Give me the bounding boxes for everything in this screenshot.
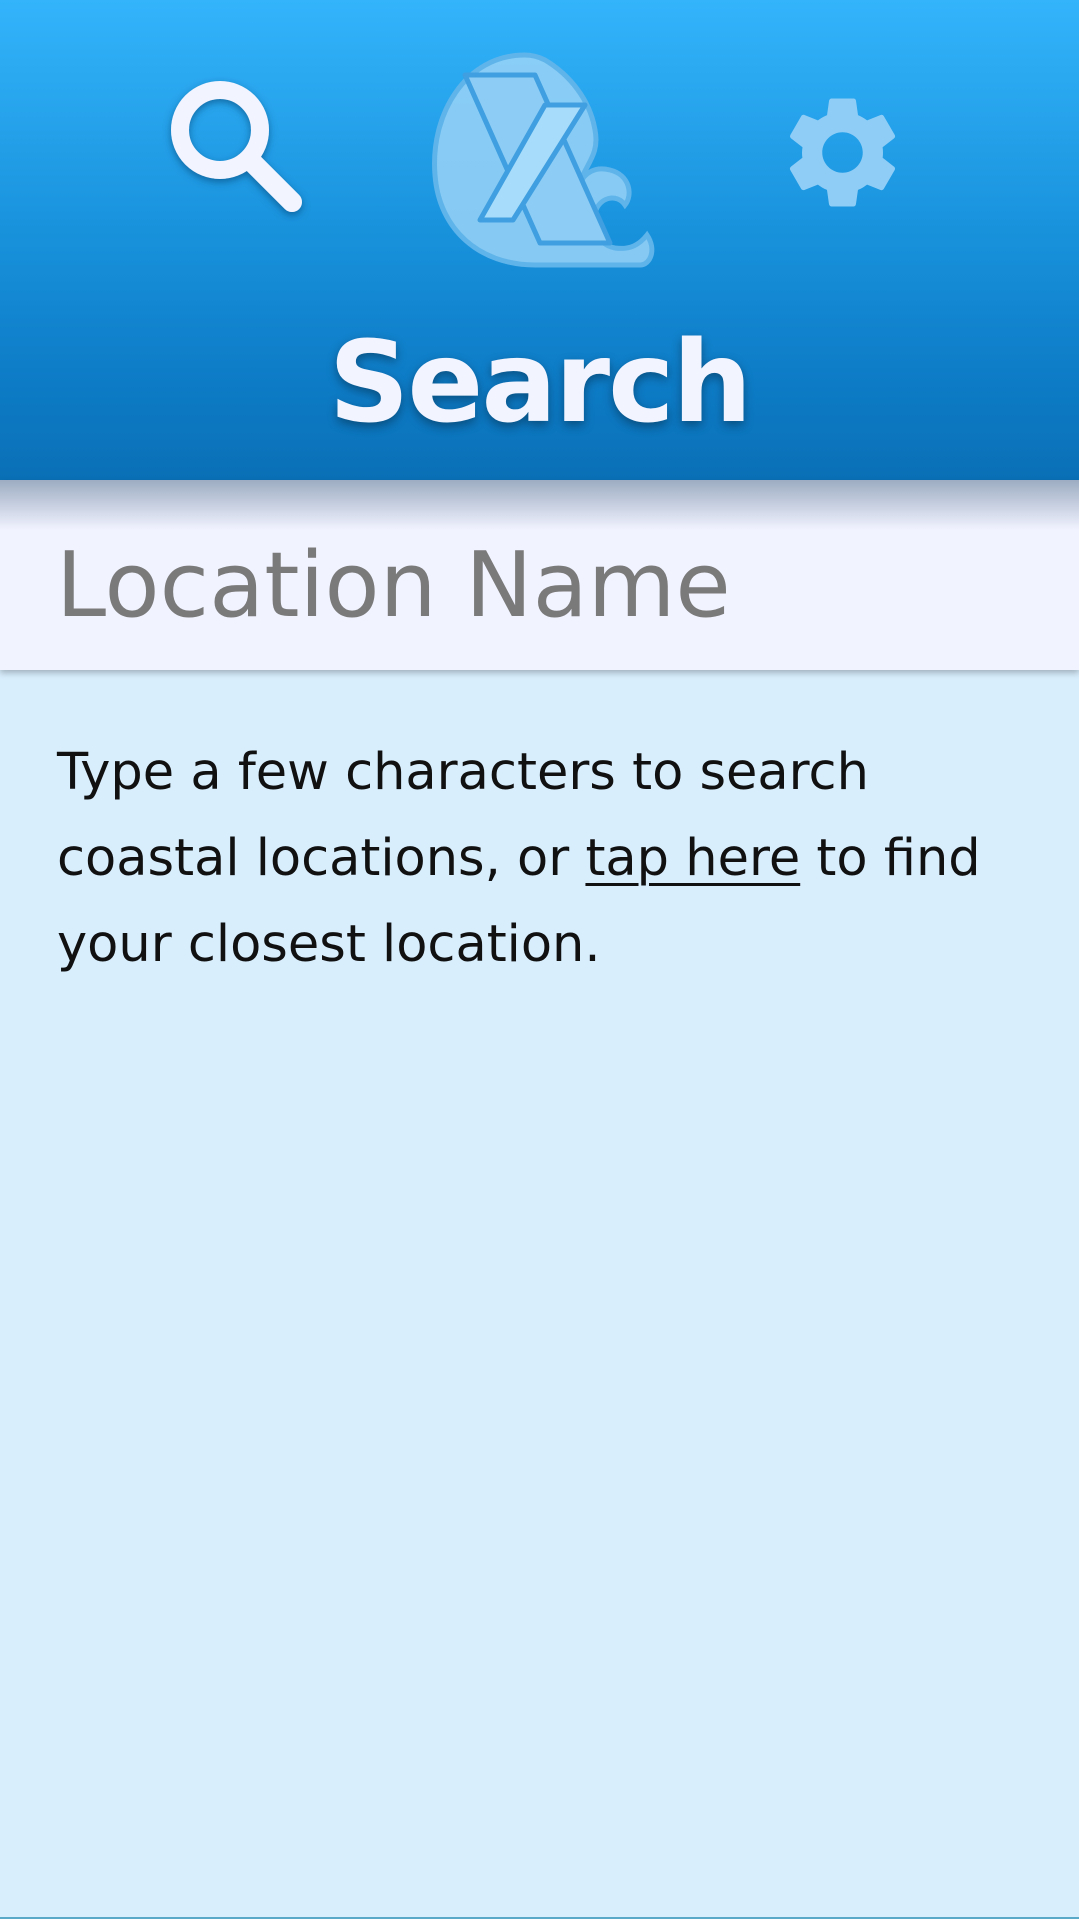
wave-logo-icon bbox=[425, 45, 655, 275]
search-icon[interactable] bbox=[162, 72, 312, 222]
help-text: Type a few characters to search coastal … bbox=[57, 730, 1037, 988]
tap-here-link[interactable]: tap here bbox=[585, 829, 800, 888]
page-title: Search bbox=[328, 318, 753, 448]
gear-icon[interactable] bbox=[775, 85, 910, 220]
search-input[interactable] bbox=[0, 480, 1079, 670]
search-bar bbox=[0, 480, 1079, 670]
app-root: Search Type a few characters to search c… bbox=[0, 0, 1079, 1919]
app-header: Search bbox=[0, 0, 1079, 480]
